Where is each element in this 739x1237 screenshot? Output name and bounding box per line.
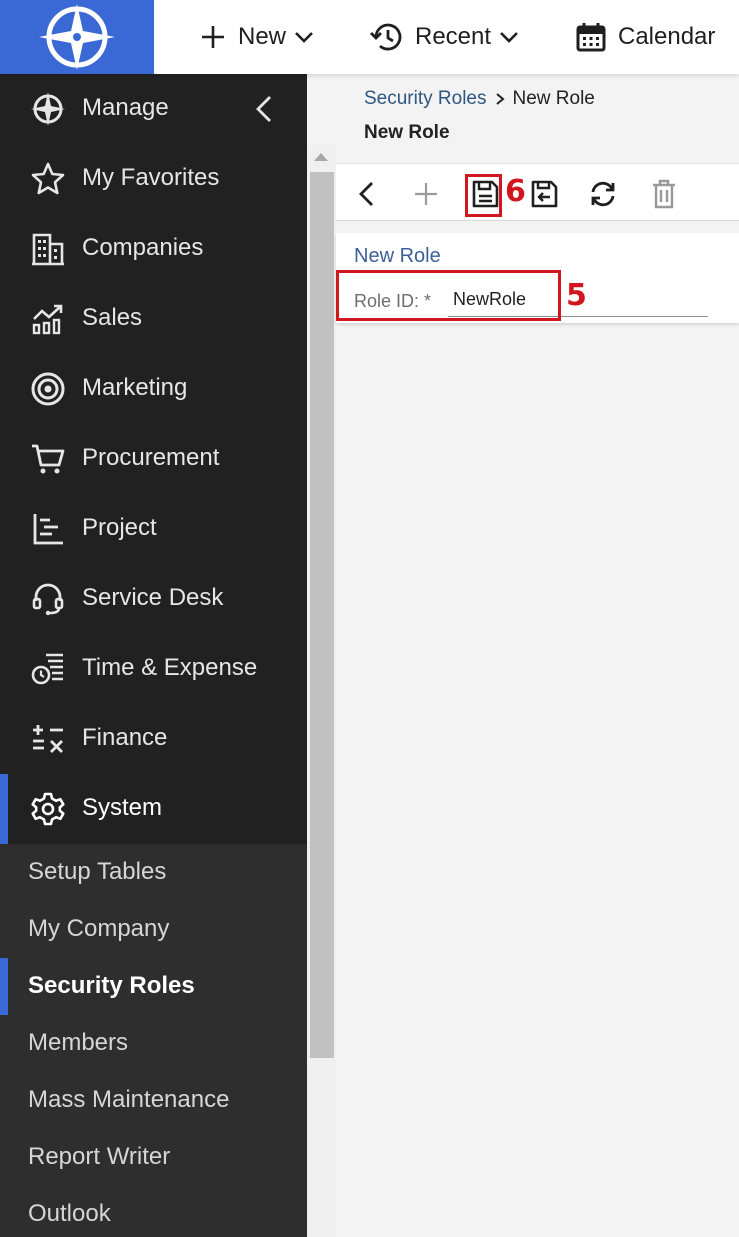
recent-menu[interactable]: Recent xyxy=(370,0,519,74)
target-icon xyxy=(31,372,65,406)
cart-icon xyxy=(32,444,65,474)
page-title: New Role xyxy=(364,122,450,143)
sidebar-item-label: Procurement xyxy=(82,444,220,471)
sidebar-item-label: Marketing xyxy=(82,374,188,401)
submenu-item-label: Report Writer xyxy=(28,1143,171,1170)
submenu-item-mass-maintenance[interactable]: Mass Maintenance xyxy=(0,1072,307,1129)
history-icon xyxy=(370,23,402,51)
back-button[interactable] xyxy=(352,178,384,210)
collapse-sidebar-icon[interactable] xyxy=(252,91,276,127)
sidebar-scrollbar-thumb[interactable] xyxy=(310,172,334,1058)
sidebar-item-label: My Favorites xyxy=(82,164,220,191)
submenu-item-setup-tables[interactable]: Setup Tables xyxy=(0,844,307,901)
submenu-item-label: Security Roles xyxy=(28,972,195,999)
record-toolbar xyxy=(336,163,739,221)
plus-icon xyxy=(415,183,437,205)
building-icon xyxy=(32,233,64,266)
submenu-item-label: Members xyxy=(28,1029,129,1056)
chevron-right-icon xyxy=(495,93,505,105)
sidebar-item-service-desk[interactable]: Service Desk xyxy=(0,564,307,634)
new-menu-label: New xyxy=(238,23,287,50)
submenu-item-security-roles[interactable]: Security Roles xyxy=(0,958,307,1015)
sidebar-item-companies[interactable]: Companies xyxy=(0,214,307,284)
breadcrumb-current: New Role xyxy=(512,88,595,109)
submenu-item-members[interactable]: Members xyxy=(0,1015,307,1072)
sidebar: Manage My Favorites Companies Sales Mark… xyxy=(0,74,307,1237)
submenu-item-label: Mass Maintenance xyxy=(28,1086,230,1113)
app-logo[interactable] xyxy=(0,0,154,74)
sidebar-item-label: Sales xyxy=(82,304,143,331)
submenu-item-report-writer[interactable]: Report Writer xyxy=(0,1129,307,1186)
save-and-close-button[interactable] xyxy=(528,178,560,210)
plus-icon xyxy=(202,26,224,48)
refresh-button[interactable] xyxy=(587,178,619,210)
chevron-down-icon xyxy=(500,32,518,43)
submenu-item-label: Outlook xyxy=(28,1200,111,1227)
clock-list-icon xyxy=(31,653,63,685)
compass-logo-icon xyxy=(39,4,115,70)
chevron-left-icon xyxy=(359,182,373,206)
sidebar-item-label: Companies xyxy=(82,234,204,261)
form-title: New Role xyxy=(354,245,441,267)
add-button[interactable] xyxy=(410,178,442,210)
star-icon xyxy=(31,162,65,195)
annotation-number-save: 6 xyxy=(505,174,526,209)
sidebar-item-label: Service Desk xyxy=(82,584,224,611)
breadcrumb-link-security-roles[interactable]: Security Roles xyxy=(364,88,487,110)
sidebar-item-system[interactable]: System xyxy=(0,774,307,844)
chart-up-icon xyxy=(32,304,63,335)
calendar-label: Calendar xyxy=(618,23,716,50)
compass-icon xyxy=(31,92,65,126)
submenu-item-label: Setup Tables xyxy=(28,858,167,885)
calendar-icon xyxy=(576,23,606,52)
recent-menu-label: Recent xyxy=(415,23,492,50)
calendar-link[interactable]: Calendar xyxy=(576,0,715,74)
annotation-number-role-id: 5 xyxy=(566,278,587,313)
sidebar-item-my-favorites[interactable]: My Favorites xyxy=(0,144,307,214)
calc-icon xyxy=(33,725,63,753)
gear-icon xyxy=(31,792,65,826)
sidebar-item-label: Project xyxy=(82,514,157,541)
chevron-down-icon xyxy=(295,32,313,43)
sidebar-item-label: System xyxy=(82,794,163,821)
system-submenu: Setup Tables My Company Security Roles M… xyxy=(0,844,307,1237)
breadcrumb: Security Roles New Role xyxy=(364,88,595,110)
delete-button[interactable] xyxy=(648,178,680,210)
scroll-up-arrow-icon[interactable] xyxy=(314,153,328,161)
sidebar-item-manage[interactable]: Manage xyxy=(0,74,307,144)
submenu-item-label: My Company xyxy=(28,915,170,942)
sidebar-item-marketing[interactable]: Marketing xyxy=(0,354,307,424)
top-bar: New Recent Calendar xyxy=(0,0,739,74)
sidebar-item-label: Time & Expense xyxy=(82,654,258,681)
refresh-icon xyxy=(591,181,615,207)
sidebar-item-sales[interactable]: Sales xyxy=(0,284,307,354)
sidebar-item-project[interactable]: Project xyxy=(0,494,307,564)
sidebar-item-label: Finance xyxy=(82,724,168,751)
submenu-item-outlook[interactable]: Outlook xyxy=(0,1186,307,1237)
sidebar-item-label: Manage xyxy=(82,94,169,121)
save-close-icon xyxy=(531,180,558,208)
trash-icon xyxy=(653,179,675,209)
sidebar-item-time-expense[interactable]: Time & Expense xyxy=(0,634,307,704)
sidebar-item-procurement[interactable]: Procurement xyxy=(0,424,307,494)
headset-icon xyxy=(32,583,64,616)
submenu-item-my-company[interactable]: My Company xyxy=(0,901,307,958)
annotation-highlight-save xyxy=(465,174,502,217)
gantt-icon xyxy=(33,514,63,545)
app-window: New Recent Calendar Manage My Favorites … xyxy=(0,0,739,1237)
new-menu[interactable]: New xyxy=(200,0,314,74)
annotation-highlight-role-id xyxy=(336,270,561,321)
sidebar-item-finance[interactable]: Finance xyxy=(0,704,307,774)
